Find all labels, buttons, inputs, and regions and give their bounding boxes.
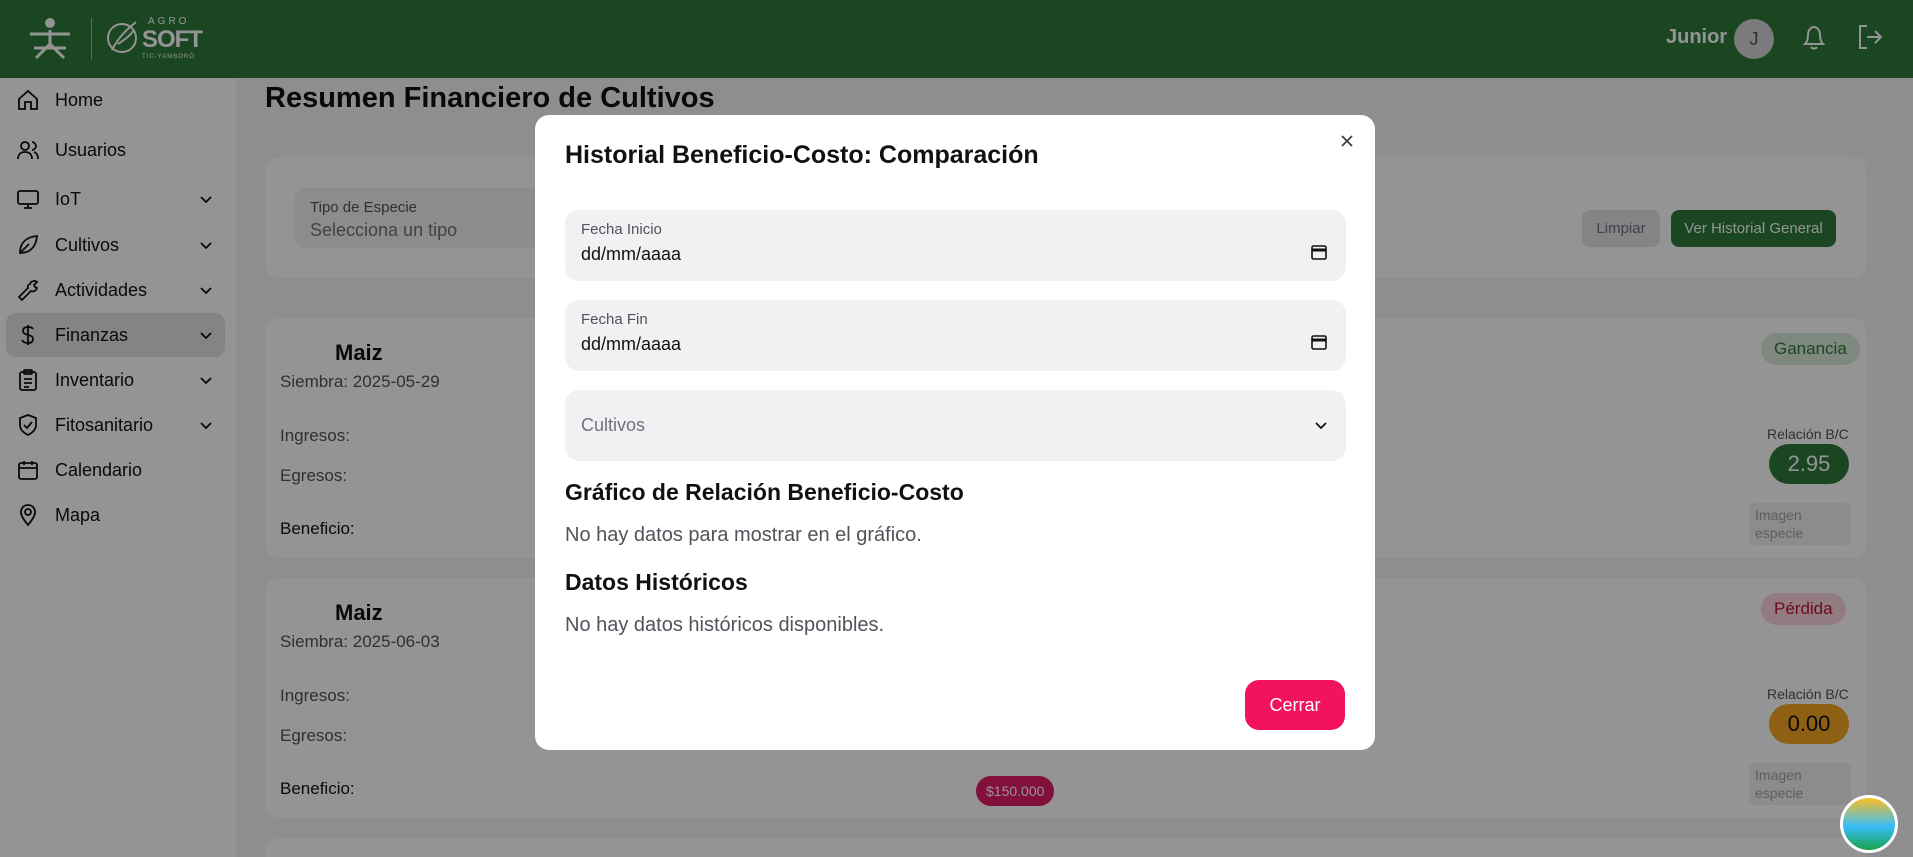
- floating-assistant-button[interactable]: [1840, 795, 1898, 853]
- end-date-value: dd/mm/aaaa: [581, 334, 682, 354]
- end-date-field[interactable]: Fecha Fin dd/mm/aaaa: [565, 300, 1346, 371]
- crops-select-label: Cultivos: [581, 415, 646, 435]
- chevron-down-icon: [1315, 422, 1327, 430]
- close-icon[interactable]: [1336, 130, 1358, 152]
- start-date-value: dd/mm/aaaa: [581, 244, 682, 264]
- chart-empty-message: No hay datos para mostrar en el gráfico.: [565, 524, 922, 546]
- end-date-label: Fecha Fin: [581, 311, 648, 328]
- history-modal: Historial Beneficio-Costo: Comparación F…: [535, 115, 1375, 750]
- calendar-icon[interactable]: [1310, 243, 1328, 261]
- chart-section-title: Gráfico de Relación Beneficio-Costo: [565, 479, 964, 505]
- modal-title: Historial Beneficio-Costo: Comparación: [565, 141, 1039, 169]
- history-section-title: Datos Históricos: [565, 569, 748, 595]
- crops-select[interactable]: Cultivos: [565, 390, 1346, 461]
- calendar-icon[interactable]: [1310, 333, 1328, 351]
- start-date-field[interactable]: Fecha Inicio dd/mm/aaaa: [565, 210, 1346, 281]
- close-button[interactable]: Cerrar: [1245, 680, 1345, 730]
- start-date-label: Fecha Inicio: [581, 221, 662, 238]
- history-empty-message: No hay datos históricos disponibles.: [565, 614, 885, 636]
